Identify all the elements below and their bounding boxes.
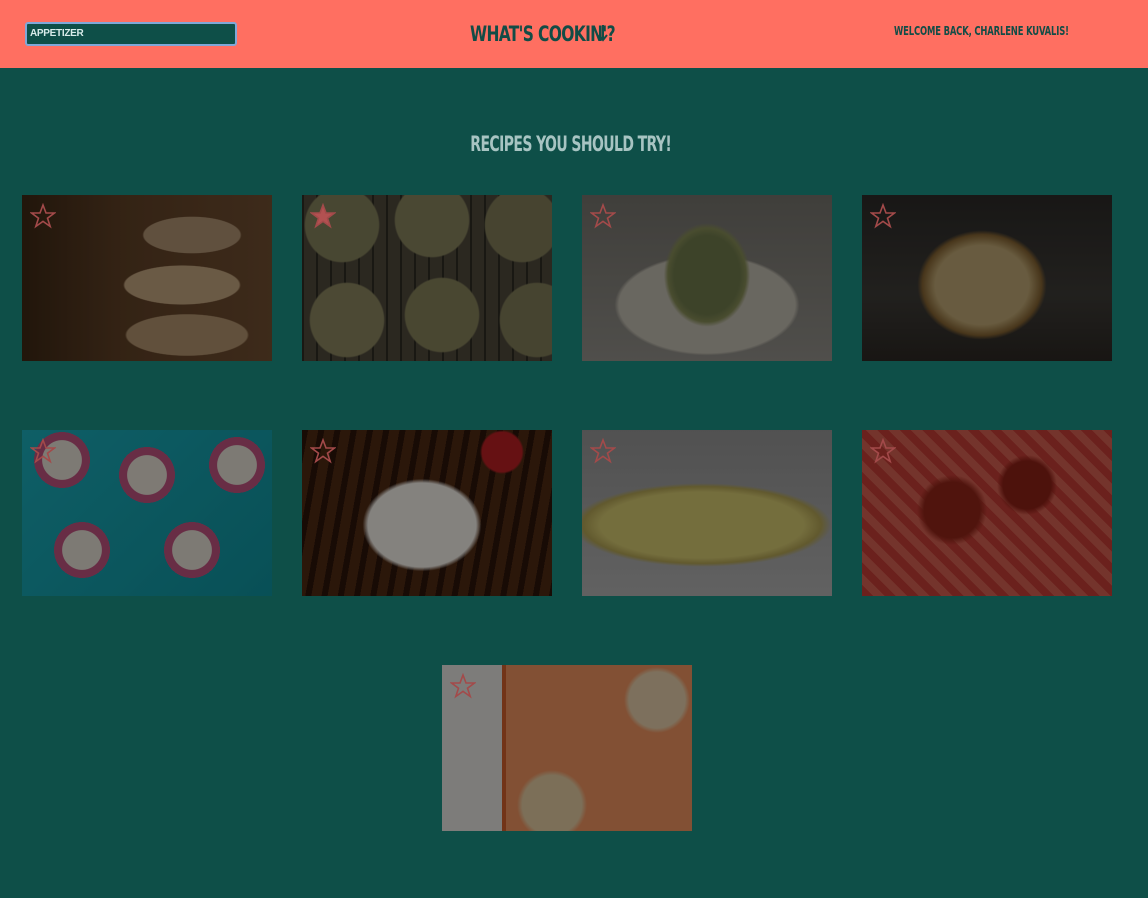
welcome-message: WELCOME BACK, CHARLENE KUVALIS!: [894, 24, 1069, 38]
star-icon[interactable]: [310, 438, 336, 464]
star-icon[interactable]: [30, 203, 56, 229]
site-title: WHAT'S COOKIN'?: [470, 22, 616, 46]
star-icon[interactable]: [590, 203, 616, 229]
image-overlay: [302, 195, 552, 361]
image-overlay: [22, 430, 272, 596]
recipe-card-stacked-cookies[interactable]: [22, 195, 272, 361]
section-heading: RECIPES YOU SHOULD TRY!: [470, 132, 672, 156]
recipe-card-frosted-cupcakes-with-sprinkles[interactable]: [22, 430, 272, 596]
recipe-card-candy-cookies-on-baking-sheet[interactable]: [442, 665, 692, 831]
star-icon[interactable]: [870, 438, 896, 464]
star-icon[interactable]: [30, 438, 56, 464]
image-overlay: [442, 665, 692, 831]
image-overlay: [862, 195, 1112, 361]
recipe-card-ice-cream-pie-with-chocolate-sauce[interactable]: [302, 430, 552, 596]
image-overlay: [582, 430, 832, 596]
image-overlay: [302, 430, 552, 596]
image-overlay: [22, 195, 272, 361]
star-filled-icon[interactable]: [310, 203, 336, 229]
recipe-card-vegetable-pizza-slice[interactable]: [582, 430, 832, 596]
star-icon[interactable]: [870, 203, 896, 229]
recipe-card-loaf-of-bread[interactable]: [862, 195, 1112, 361]
star-icon[interactable]: [590, 438, 616, 464]
image-overlay: [582, 195, 832, 361]
site-title-wrap[interactable]: WHAT'S COOKIN'?: [470, 18, 647, 50]
arrow-down-icon[interactable]: [596, 22, 610, 44]
image-overlay: [862, 430, 1112, 596]
recipe-card-meatballs-and-spaghetti[interactable]: [862, 430, 1112, 596]
recipe-card-cookies-on-cooling-rack[interactable]: [302, 195, 552, 361]
search-input[interactable]: [25, 22, 237, 46]
recipe-card-stuffed-artichoke[interactable]: [582, 195, 832, 361]
star-icon[interactable]: [450, 673, 476, 699]
top-header: WHAT'S COOKIN'? WELCOME BACK, CHARLENE K…: [0, 0, 1148, 68]
